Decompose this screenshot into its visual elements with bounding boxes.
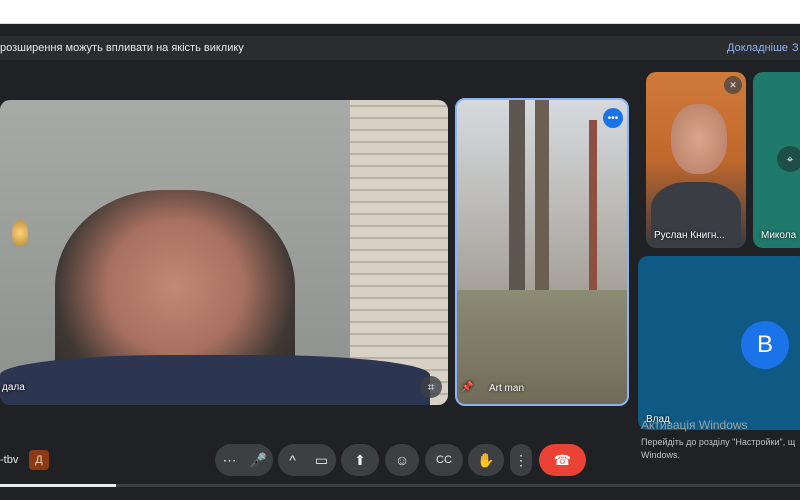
browser-top-strip [0,0,800,24]
participant-video [671,104,727,174]
scene-column [589,120,597,310]
camera-icon[interactable]: ▭ [307,444,336,476]
main-speaker-tile[interactable]: дала ⌗ [0,100,448,405]
lamp-icon [12,220,28,246]
mic-icon[interactable]: 🎤 [244,444,273,476]
present-button[interactable]: ⬆ [341,444,379,476]
participant-name: Руслан Книгн... [654,230,725,241]
vertical-dots-icon: ⋮ [514,451,528,468]
captions-icon: CC [436,454,452,466]
crop-icon[interactable]: ⌗ [420,376,442,398]
more-audio-icon[interactable]: ⋯ [215,444,244,476]
participant-name: Микола [761,230,797,241]
participant-tile-ruslan[interactable]: ✕ Руслан Книгн... [646,72,746,248]
emoji-button[interactable]: ☺ [385,444,419,476]
more-options-icon[interactable]: ••• [603,108,623,128]
pin-icon[interactable]: ⌖ [777,146,800,172]
meeting-badge[interactable]: Д [29,450,49,470]
present-icon: ⬆ [354,451,366,468]
participant-tile-vlad[interactable]: B Влад [638,256,800,430]
participant-name: дала [2,382,25,393]
chevron-up-icon[interactable]: ^ [278,444,307,476]
learn-more-link[interactable]: Докладніше [727,42,788,54]
avatar: B [741,321,789,369]
hang-up-icon: ☎ [553,451,572,468]
banner-close-button[interactable]: З [792,42,799,54]
raise-hand-button[interactable]: ✋ [468,444,504,476]
participant-name: Art man [489,383,525,394]
activation-title: Активація Windows [641,418,748,432]
notification-banner: розширення можуть впливати на якість вик… [0,36,800,60]
windows-activation-watermark: Активація Windows Перейдіть до розділу "… [641,418,800,462]
mic-off-icon: ✕ [724,76,742,94]
meeting-code: -tbv [0,454,19,466]
scene-ground [457,290,627,404]
activation-line2: Windows. [641,450,681,460]
pin-icon: 📌 [461,382,474,393]
captions-button[interactable]: CC [425,444,463,476]
banner-text: розширення можуть впливати на якість вик… [0,42,244,54]
participant-shirt [0,355,430,405]
participant-tile-art-man[interactable]: ••• 📌 Art man [455,98,629,406]
participant-tile-mykola[interactable]: ⌖ Микола [753,72,800,248]
scene-column [535,100,549,310]
more-options-button[interactable]: ⋮ [510,444,532,476]
mic-control-group: ⋯ 🎤 [215,444,273,476]
video-progress-bar[interactable] [0,484,800,487]
hand-icon: ✋ [477,451,495,468]
camera-control-group: ^ ▭ [278,444,336,476]
end-call-button[interactable]: ☎ [539,444,586,476]
activation-line1: Перейдіть до розділу "Настройки", щ [641,437,796,447]
emoji-icon: ☺ [394,452,410,468]
progress-fill [0,484,116,487]
